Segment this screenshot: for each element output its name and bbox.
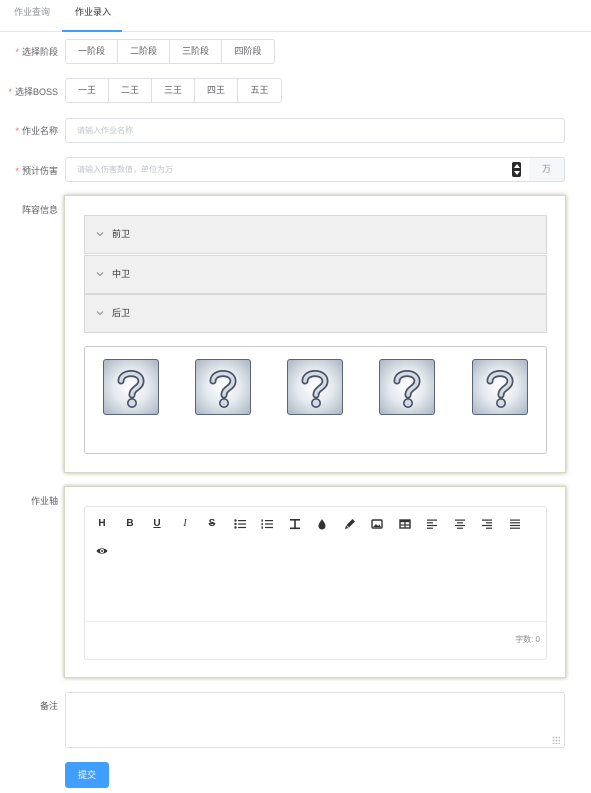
- collapse-title: 中卫: [112, 269, 131, 279]
- collapse-panel-middle[interactable]: 中卫: [84, 255, 547, 294]
- boss-radio-group: 一王 二王 三王 四王 五王: [65, 78, 282, 103]
- bold-icon[interactable]: B: [123, 517, 137, 531]
- justify-icon[interactable]: [508, 517, 522, 531]
- chevron-down-icon: [96, 311, 104, 316]
- character-slot-1[interactable]: [103, 359, 159, 415]
- align-left-icon[interactable]: [425, 517, 439, 531]
- damage-input[interactable]: 请输入伤害数值，单位为万: [65, 157, 530, 182]
- align-center-icon[interactable]: [453, 517, 467, 531]
- stage-option-2[interactable]: 二阶段: [118, 40, 170, 63]
- stage-label: * 选择阶段: [15, 47, 58, 57]
- markdown-editor[interactable]: H B U I S 字数: 0: [84, 506, 547, 660]
- damage-unit: 万: [529, 157, 565, 182]
- bullet-list-icon[interactable]: [233, 517, 247, 531]
- clear-format-icon[interactable]: [288, 517, 302, 531]
- boss-option-2[interactable]: 二王: [109, 79, 152, 102]
- word-count: 字数: 0: [515, 635, 540, 644]
- collapse-panel-back[interactable]: 后卫: [84, 294, 547, 333]
- lineup-label: 阵容信息: [21, 205, 58, 215]
- stage-option-1[interactable]: 一阶段: [66, 40, 118, 63]
- underline-icon[interactable]: U: [150, 517, 164, 531]
- remark-label: 备注: [39, 701, 58, 711]
- submit-button[interactable]: 提交: [65, 762, 109, 788]
- collapse-title: 后卫: [112, 308, 131, 318]
- name-placeholder: 请输入作业名称: [77, 126, 133, 135]
- ordered-list-icon[interactable]: [260, 517, 274, 531]
- editor-footer: 字数: 0: [85, 621, 546, 659]
- remark-textarea[interactable]: [65, 692, 565, 748]
- tab-entry[interactable]: 作业录入: [75, 0, 111, 32]
- boss-option-1[interactable]: 一王: [66, 79, 109, 102]
- boss-label: * 选择BOSS: [8, 87, 58, 97]
- strikethrough-icon[interactable]: S: [205, 517, 219, 531]
- selected-characters-box: [84, 346, 547, 454]
- stage-option-3[interactable]: 三阶段: [170, 40, 222, 63]
- unknown-character-icon: [117, 370, 145, 408]
- highlight-icon[interactable]: [343, 517, 357, 531]
- character-slot-2[interactable]: [195, 359, 251, 415]
- boss-option-4[interactable]: 四王: [195, 79, 238, 102]
- unknown-character-icon: [393, 370, 421, 408]
- chevron-down-icon: [96, 232, 104, 237]
- chevron-down-icon: [96, 272, 104, 277]
- collapse-panel-front[interactable]: 前卫: [84, 215, 547, 254]
- number-spinner-icon[interactable]: [512, 162, 521, 177]
- active-tab-indicator: [62, 30, 122, 32]
- preview-icon[interactable]: [95, 544, 109, 558]
- stage-radio-group: 一阶段 二阶段 三阶段 四阶段: [65, 39, 275, 64]
- lineup-card: 前卫 中卫 后卫: [64, 195, 566, 473]
- tab-query[interactable]: 作业查询: [14, 0, 50, 32]
- unknown-character-icon: [209, 370, 237, 408]
- character-slot-3[interactable]: [287, 359, 343, 415]
- axis-label: 作业轴: [30, 496, 58, 506]
- damage-label: * 预计伤害: [15, 166, 58, 176]
- character-slot-5[interactable]: [472, 359, 528, 415]
- italic-icon[interactable]: I: [178, 517, 192, 531]
- table-icon[interactable]: [398, 517, 412, 531]
- boss-option-5[interactable]: 五王: [238, 79, 281, 102]
- damage-placeholder: 请输入伤害数值，单位为万: [77, 165, 173, 174]
- name-input[interactable]: 请输入作业名称: [65, 118, 565, 143]
- unknown-character-icon: [301, 370, 329, 408]
- collapse-title: 前卫: [112, 229, 131, 239]
- text-color-icon[interactable]: [315, 517, 329, 531]
- name-label: * 作业名称: [15, 126, 58, 136]
- image-icon[interactable]: [370, 517, 384, 531]
- tab-bar: 作业查询 作业录入: [0, 0, 591, 32]
- character-slot-4[interactable]: [379, 359, 435, 415]
- heading-icon[interactable]: H: [95, 517, 109, 531]
- stage-option-4[interactable]: 四阶段: [222, 40, 274, 63]
- align-right-icon[interactable]: [480, 517, 494, 531]
- resize-handle-icon[interactable]: [552, 736, 560, 744]
- axis-card: H B U I S 字数: 0: [64, 486, 566, 678]
- boss-option-3[interactable]: 三王: [152, 79, 195, 102]
- unknown-character-icon: [486, 370, 514, 408]
